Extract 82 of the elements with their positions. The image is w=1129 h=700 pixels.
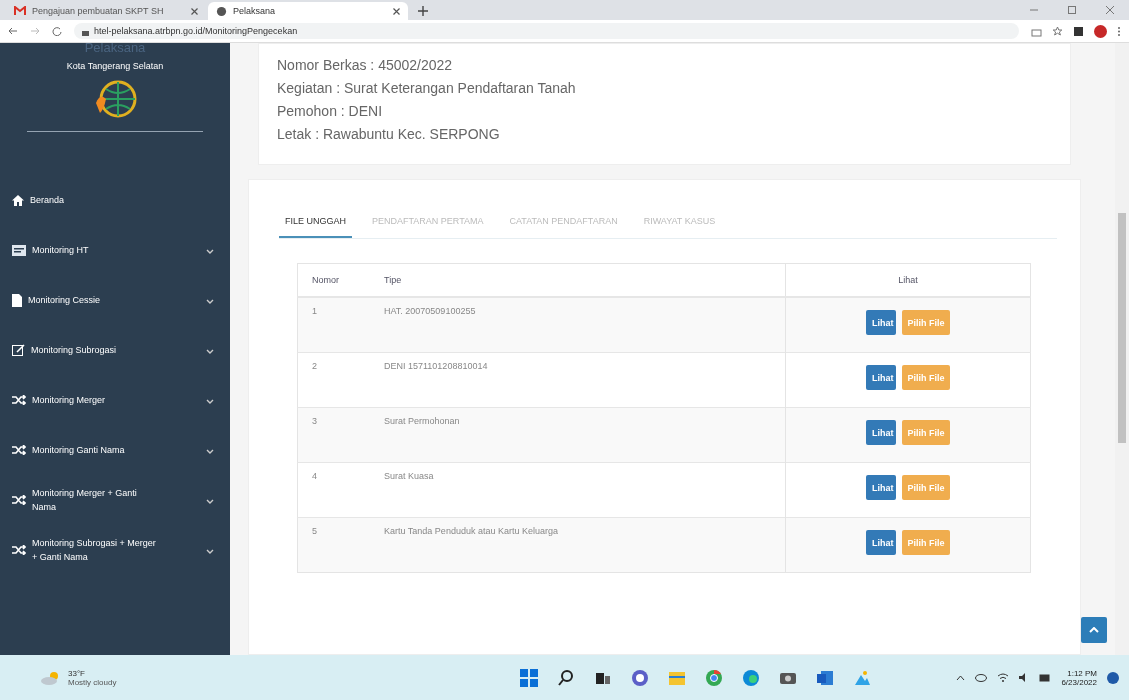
profile-icon[interactable] (1094, 24, 1107, 38)
wifi-icon[interactable] (997, 673, 1010, 682)
battery-icon[interactable] (1039, 673, 1052, 682)
nav-item[interactable]: Monitoring Merger + Ganti Nama (0, 478, 230, 522)
table-cell: HAT. 20070509100255 (383, 297, 786, 353)
edit-icon (12, 344, 25, 356)
scroll-top-button[interactable] (1081, 617, 1107, 643)
table-cell: 1 (297, 297, 383, 353)
nav-label: Monitoring Subrogasi + Merger + Ganti Nama (32, 537, 157, 564)
view-button[interactable]: Lihat (866, 530, 896, 555)
browser-tab[interactable]: Pelaksana (208, 2, 408, 20)
nav-label: Beranda (30, 194, 66, 207)
table-cell: Kartu Tanda Penduduk atau Kartu Keluarga (383, 517, 786, 573)
close-icon[interactable] (393, 7, 400, 15)
shuffle-icon (12, 445, 26, 455)
nav-label: Monitoring Cessie (28, 294, 102, 307)
temperature: 33°F (68, 668, 86, 678)
clock[interactable]: 1:12 PM 6/23/2022 (1061, 668, 1097, 687)
document-icon (12, 293, 22, 307)
weather-note: Mostly cloudy (68, 677, 117, 687)
chevron-up-icon[interactable] (956, 674, 966, 681)
office-name: Kota Tangerang Selatan (66, 61, 164, 71)
mail-icon (14, 6, 26, 16)
table-cell: Surat Permohonan (383, 407, 786, 463)
nav-item[interactable]: Monitoring Subrogasi + Merger + Ganti Nama (0, 528, 230, 572)
table-cell: 3 (297, 407, 383, 463)
card-icon (12, 244, 26, 256)
windows-icon[interactable] (520, 668, 538, 687)
table-cell: 2 (297, 352, 383, 408)
info-line: Nomor Berkas : 45002/2022 (277, 56, 454, 75)
reload-icon[interactable] (52, 26, 62, 36)
tab-title: Pelaksana (233, 6, 277, 16)
view-button[interactable]: Lihat (866, 420, 896, 445)
back-icon[interactable] (8, 26, 18, 36)
address-field[interactable]: htel-pelaksana.atrbpn.go.id/MonitoringPengecekan (74, 23, 1019, 39)
tab-title: Pengajuan pembuatan SKPT SH (32, 6, 165, 16)
table-cell: Surat Kuasa (383, 462, 786, 518)
chat-icon[interactable] (631, 668, 649, 687)
menu-icon[interactable] (1117, 25, 1121, 37)
table-cell: 4 (297, 462, 383, 518)
restore-icon[interactable] (1067, 5, 1077, 15)
time: 1:12 PM (1067, 668, 1097, 678)
info-line: Kegiatan : Surat Keterangan Pendaftaran Tanah (277, 79, 577, 98)
cloud-icon[interactable] (975, 673, 988, 682)
scrollbar[interactable] (1115, 43, 1129, 655)
shuffle-icon (12, 545, 26, 555)
home-icon (12, 194, 24, 206)
date: 6/23/2022 (1061, 677, 1097, 687)
nav-item[interactable]: Beranda (0, 178, 230, 222)
nav-item[interactable]: Monitoring HT (0, 228, 230, 272)
word-icon[interactable] (816, 668, 834, 687)
search-icon[interactable] (557, 668, 575, 687)
nav-label: Monitoring Subrogasi (31, 344, 118, 357)
view-button[interactable]: Lihat (866, 365, 896, 390)
close-icon[interactable] (1105, 5, 1115, 15)
view-button[interactable]: Lihat (866, 475, 896, 500)
nav-label: Monitoring Merger (32, 394, 107, 407)
edge-icon[interactable] (742, 668, 760, 687)
nav-label: Monitoring HT (32, 244, 90, 257)
nav-label: Monitoring Merger + Ganti Nama (32, 487, 138, 514)
globe-icon (216, 5, 227, 17)
sidepanel-icon[interactable] (1073, 25, 1084, 37)
star-icon[interactable] (1052, 25, 1063, 37)
info-line: Pemohon : DENI (277, 102, 384, 121)
chrome-icon[interactable] (705, 668, 723, 687)
close-icon[interactable] (191, 7, 198, 15)
nav-item[interactable]: Monitoring Merger (0, 378, 230, 422)
shuffle-icon (12, 395, 26, 405)
new-tab-icon[interactable] (418, 6, 428, 16)
shuffle-icon (12, 495, 26, 505)
info-line: Letak : Rawabuntu Kec. SERPONG (277, 125, 501, 144)
nav-item[interactable]: Monitoring Cessie (0, 278, 230, 322)
browser-tab[interactable]: Pengajuan pembuatan SKPT SH (6, 2, 206, 20)
nav-item[interactable]: Monitoring Ganti Nama (0, 428, 230, 472)
nav-item[interactable]: Monitoring Subrogasi (0, 328, 230, 372)
nav-label: Monitoring Ganti Nama (32, 444, 126, 457)
table-cell: 5 (297, 517, 383, 573)
table-cell: DENI 1571101208810014 (383, 352, 786, 408)
notification-icon[interactable] (1107, 671, 1119, 684)
tab[interactable]: FILE UNGGAH (279, 202, 352, 238)
chevron-up-icon (1089, 627, 1099, 633)
view-button[interactable]: Lihat (866, 310, 896, 335)
